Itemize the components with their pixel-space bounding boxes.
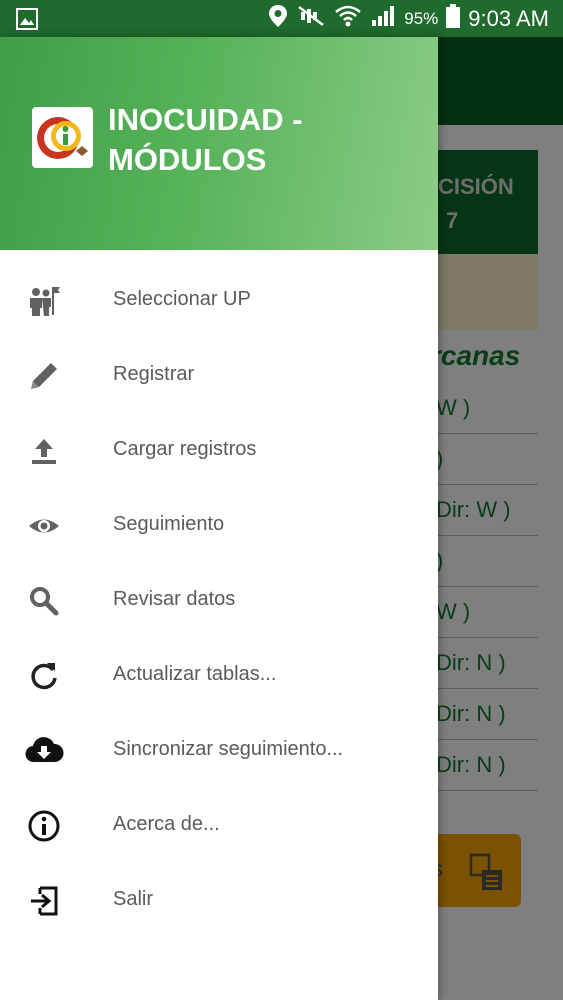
- menu-item-revisar-datos[interactable]: Revisar datos: [0, 563, 438, 638]
- battery-percent: 95%: [404, 9, 439, 28]
- menu-item-label: Seleccionar UP: [113, 288, 251, 310]
- pencil-icon: [24, 356, 64, 396]
- location-icon: [268, 4, 288, 34]
- menu-item-label: Actualizar tablas...: [113, 663, 277, 685]
- menu-item-label: Cargar registros: [113, 438, 257, 460]
- search-icon: [24, 581, 64, 621]
- menu-item-label: Sincronizar seguimiento...: [113, 738, 344, 760]
- menu-item-acerca-de[interactable]: Acerca de...: [0, 788, 438, 863]
- battery-icon: [446, 4, 461, 34]
- menu-item-sincronizar-seguimiento[interactable]: Sincronizar seguimiento...: [0, 713, 438, 788]
- cloud-download-icon: [24, 731, 64, 771]
- drawer-header: INOCUIDAD - MÓDULOS: [0, 37, 438, 250]
- wifi-icon: [334, 4, 362, 34]
- menu-item-salir[interactable]: Salir: [0, 863, 438, 938]
- info-icon: [24, 806, 64, 846]
- exit-icon: [24, 881, 64, 921]
- gallery-icon: [16, 8, 38, 35]
- navigation-drawer: INOCUIDAD - MÓDULOS Seleccionar UP Regis…: [0, 37, 438, 1000]
- menu-item-seleccionar-up[interactable]: Seleccionar UP: [0, 263, 438, 338]
- status-bar: 95% 9:03 AM: [0, 0, 563, 37]
- menu-item-label: Salir: [113, 888, 154, 910]
- menu-item-label: Revisar datos: [113, 588, 236, 610]
- menu-item-label: Seguimiento: [113, 513, 225, 535]
- app-title-line1: INOCUIDAD -: [108, 102, 303, 137]
- signal-icon: [370, 4, 396, 34]
- clock: 9:03 AM: [468, 6, 549, 31]
- app-logo: [32, 107, 93, 168]
- menu-item-cargar-registros[interactable]: Cargar registros: [0, 413, 438, 488]
- menu-item-label: Registrar: [113, 363, 195, 385]
- people-flag-icon: [24, 281, 64, 321]
- app-title-line2: MÓDULOS: [108, 142, 267, 177]
- eye-icon: [24, 506, 64, 546]
- refresh-icon: [24, 656, 64, 696]
- menu-item-actualizar-tablas[interactable]: Actualizar tablas...: [0, 638, 438, 713]
- menu-item-seguimiento[interactable]: Seguimiento: [0, 488, 438, 563]
- menu-item-registrar[interactable]: Registrar: [0, 338, 438, 413]
- upload-icon: [24, 431, 64, 471]
- app-title: INOCUIDAD - MÓDULOS: [108, 100, 428, 180]
- mute-icon: [296, 4, 326, 34]
- menu-item-label: Acerca de...: [113, 813, 220, 835]
